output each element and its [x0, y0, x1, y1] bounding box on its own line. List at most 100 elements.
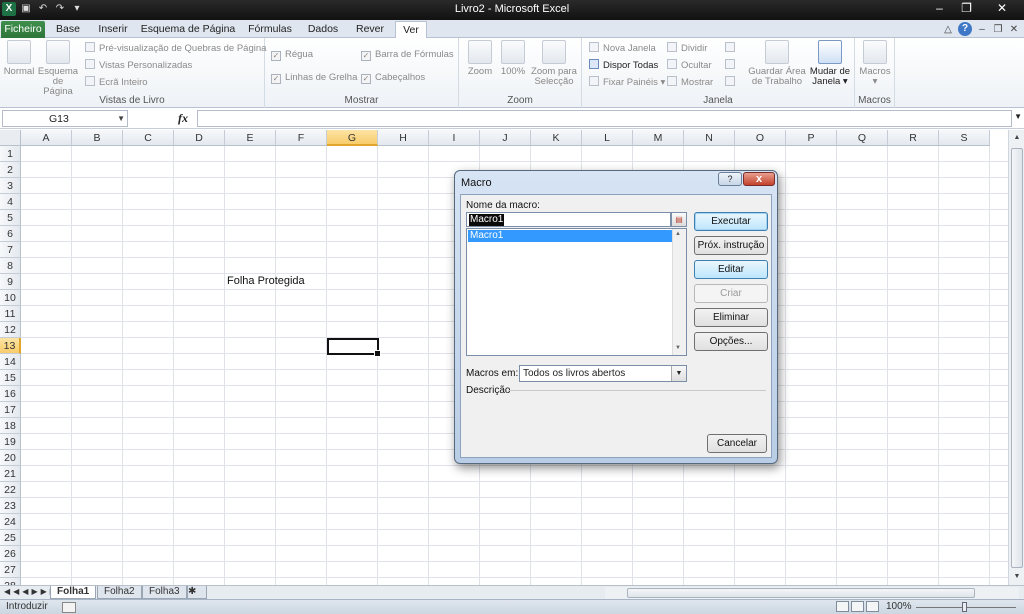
freeze-panes-button[interactable]: Fixar Painéis ▾: [589, 76, 665, 90]
dialog-close-button[interactable]: x: [743, 172, 775, 186]
tab-esquema-pagina[interactable]: Esquema de Página: [140, 21, 236, 38]
name-box[interactable]: G13 ▼: [2, 110, 128, 127]
row-header[interactable]: 21: [0, 466, 21, 482]
row-header[interactable]: 12: [0, 322, 21, 338]
ruler-checkbox[interactable]: ✓ Régua: [271, 48, 313, 62]
zoom-to-selection-button[interactable]: Zoom para Selecção: [530, 40, 578, 87]
zoom-button[interactable]: Zoom: [464, 40, 496, 77]
maximize-button[interactable]: ❐: [953, 0, 980, 18]
run-button[interactable]: Executar: [694, 212, 768, 231]
row-header[interactable]: 27: [0, 562, 21, 578]
delete-button[interactable]: Eliminar: [694, 308, 768, 327]
switch-windows-button[interactable]: Mudar de Janela ▾: [808, 40, 852, 87]
sheet-tab-folha3[interactable]: Folha3: [142, 586, 187, 599]
scroll-thumb[interactable]: [1011, 148, 1023, 568]
column-header[interactable]: G: [327, 130, 378, 146]
edit-button[interactable]: Editar: [694, 260, 768, 279]
tab-ver[interactable]: Ver: [395, 21, 427, 39]
row-header[interactable]: 17: [0, 402, 21, 418]
normal-view-button[interactable]: Normal: [3, 40, 35, 77]
unhide-button[interactable]: Mostrar: [667, 76, 713, 90]
sheet-tab-folha2[interactable]: Folha2: [97, 586, 142, 599]
page-break-preview-button[interactable]: Pré-visualização de Quebras de Página: [85, 42, 266, 56]
cell-e9-text[interactable]: Folha Protegida: [227, 275, 305, 287]
column-header[interactable]: F: [276, 130, 327, 146]
page-layout-view-button[interactable]: Esquema de Página: [37, 40, 79, 97]
column-header[interactable]: C: [123, 130, 174, 146]
column-header[interactable]: P: [786, 130, 837, 146]
scroll-down-icon[interactable]: ▼: [1011, 571, 1023, 583]
row-header[interactable]: 2: [0, 162, 21, 178]
cancel-button[interactable]: Cancelar: [707, 434, 767, 453]
tab-rever[interactable]: Rever: [348, 21, 392, 38]
insert-sheet-icon[interactable]: ✱: [187, 586, 207, 599]
close-window-button[interactable]: ✕: [980, 0, 1024, 18]
column-header[interactable]: H: [378, 130, 429, 146]
normal-view-icon[interactable]: [836, 601, 849, 612]
row-header[interactable]: 19: [0, 434, 21, 450]
column-header[interactable]: E: [225, 130, 276, 146]
save-workspace-button[interactable]: Guardar Área de Trabalho: [747, 40, 807, 87]
column-header[interactable]: I: [429, 130, 480, 146]
row-header[interactable]: 15: [0, 370, 21, 386]
hide-button[interactable]: Ocultar: [667, 59, 712, 73]
scroll-up-icon[interactable]: ▲: [675, 231, 681, 237]
chevron-down-icon[interactable]: ▼: [117, 114, 125, 123]
row-header[interactable]: 22: [0, 482, 21, 498]
row-header[interactable]: 26: [0, 546, 21, 562]
scroll-down-icon[interactable]: ▼: [675, 345, 681, 351]
select-all-corner[interactable]: [0, 130, 21, 146]
collapse-dialog-icon[interactable]: ▤: [671, 212, 687, 227]
arrange-all-button[interactable]: Dispor Todas: [589, 59, 658, 73]
tab-base[interactable]: Base: [50, 21, 86, 38]
hscroll-thumb[interactable]: [627, 588, 975, 598]
gridlines-checkbox[interactable]: ✓ Linhas de Grelha: [271, 71, 357, 85]
column-header[interactable]: J: [480, 130, 531, 146]
custom-views-button[interactable]: Vistas Personalizadas: [85, 59, 192, 73]
column-header[interactable]: N: [684, 130, 735, 146]
macro-list[interactable]: Macro1 ▲ ▼: [466, 228, 687, 356]
dialog-help-button[interactable]: ?: [718, 172, 742, 186]
sync-scroll-button[interactable]: [725, 59, 739, 73]
tab-dados[interactable]: Dados: [302, 21, 344, 38]
formula-bar-checkbox[interactable]: ✓ Barra de Fórmulas: [361, 48, 454, 62]
page-layout-icon[interactable]: [851, 601, 864, 612]
column-header[interactable]: L: [582, 130, 633, 146]
row-header[interactable]: 5: [0, 210, 21, 226]
doc-restore-icon[interactable]: ❐: [992, 24, 1004, 35]
doc-close-icon[interactable]: ✕: [1008, 24, 1020, 35]
row-header[interactable]: 25: [0, 530, 21, 546]
macros-in-select[interactable]: Todos os livros abertos ▼: [519, 365, 687, 382]
vertical-scrollbar[interactable]: ▲ ▼: [1008, 130, 1024, 585]
row-header[interactable]: 28: [0, 578, 21, 585]
minimize-ribbon-icon[interactable]: △: [942, 24, 954, 35]
macro-record-icon[interactable]: [62, 602, 76, 613]
options-button[interactable]: Opções...: [694, 332, 768, 351]
row-header[interactable]: 1: [0, 146, 21, 162]
help-icon[interactable]: ?: [958, 22, 972, 36]
reset-window-button[interactable]: [725, 76, 739, 90]
column-header[interactable]: O: [735, 130, 786, 146]
row-header[interactable]: 20: [0, 450, 21, 466]
row-header[interactable]: 4: [0, 194, 21, 210]
column-header[interactable]: R: [888, 130, 939, 146]
row-header[interactable]: 16: [0, 386, 21, 402]
column-header[interactable]: D: [174, 130, 225, 146]
row-header[interactable]: 6: [0, 226, 21, 242]
macros-button[interactable]: Macros ▾: [858, 40, 892, 87]
chevron-down-icon[interactable]: ▼: [671, 366, 686, 381]
list-item[interactable]: Macro1: [468, 230, 672, 242]
column-header[interactable]: K: [531, 130, 582, 146]
view-side-by-side-button[interactable]: [725, 42, 739, 56]
create-button[interactable]: Criar: [694, 284, 768, 303]
row-header[interactable]: 3: [0, 178, 21, 194]
minimize-button[interactable]: –: [926, 0, 953, 18]
tab-inserir[interactable]: Inserir: [90, 21, 136, 38]
tab-formulas[interactable]: Fórmulas: [242, 21, 298, 38]
column-header[interactable]: S: [939, 130, 990, 146]
horizontal-scrollbar[interactable]: [605, 587, 1019, 599]
row-header[interactable]: 11: [0, 306, 21, 322]
row-header[interactable]: 24: [0, 514, 21, 530]
formula-input[interactable]: [197, 110, 1012, 127]
zoom-level[interactable]: 100%: [886, 601, 912, 612]
